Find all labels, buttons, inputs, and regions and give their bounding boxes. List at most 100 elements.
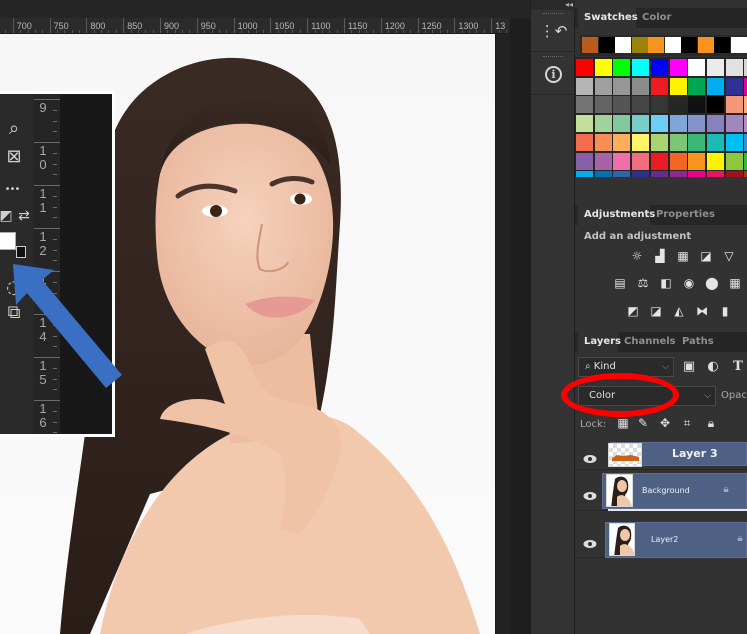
quick-mask-icon[interactable]: ◌ — [2, 277, 26, 299]
curves-icon[interactable]: ▦ — [675, 249, 691, 263]
lock-transparent-icon[interactable]: ▦ — [615, 416, 631, 430]
swatch[interactable] — [706, 59, 724, 76]
tab-paths[interactable]: Paths — [676, 332, 716, 352]
frame-tool-icon[interactable]: ⊠ — [2, 146, 26, 168]
brightness-contrast-icon[interactable]: ☼ — [629, 249, 645, 263]
swatch[interactable] — [669, 171, 687, 178]
swatch[interactable] — [706, 77, 724, 95]
type-filter-icon[interactable]: T — [730, 359, 746, 374]
levels-icon[interactable]: ▟ — [652, 249, 668, 263]
layer-row[interactable]: Background 🔒︎ — [575, 473, 747, 511]
more-tools-icon[interactable]: ••• — [0, 179, 24, 201]
hue-saturation-icon[interactable]: ▤ — [612, 276, 628, 290]
background-color-swatch[interactable] — [16, 246, 26, 258]
invert-icon[interactable]: ◩ — [625, 304, 641, 318]
swatch[interactable] — [594, 59, 612, 76]
swatch[interactable] — [650, 115, 668, 133]
recent-swatch[interactable] — [582, 37, 598, 53]
swatch[interactable] — [706, 115, 724, 133]
swatch[interactable] — [613, 133, 631, 151]
vertical-ruler[interactable]: 910111213141516 — [34, 94, 60, 434]
tab-channels[interactable]: Channels — [618, 332, 676, 352]
recent-swatch[interactable] — [631, 37, 648, 53]
swatch[interactable] — [632, 152, 650, 170]
swatch[interactable] — [632, 133, 650, 151]
swatch[interactable] — [725, 59, 743, 76]
swatch[interactable] — [632, 96, 650, 114]
swatch[interactable] — [650, 77, 668, 95]
recent-swatch[interactable] — [730, 37, 747, 53]
swatch[interactable] — [650, 171, 668, 178]
swatch[interactable] — [725, 152, 743, 170]
swatch[interactable] — [650, 96, 668, 114]
swatch[interactable] — [688, 152, 706, 170]
recent-swatch[interactable] — [697, 37, 714, 53]
lock-image-icon[interactable]: ✎ — [635, 416, 651, 430]
tab-adjustments[interactable]: Adjustments — [578, 205, 655, 225]
history-panel-button[interactable]: ⋮↶ — [531, 10, 576, 52]
lock-all-icon[interactable]: 🔒︎ — [703, 416, 719, 431]
threshold-icon[interactable]: ◭ — [671, 304, 687, 318]
lock-position-icon[interactable]: ✥ — [657, 416, 673, 430]
swatch[interactable] — [706, 133, 724, 151]
recent-swatch[interactable] — [664, 37, 681, 53]
swatch[interactable] — [594, 133, 612, 151]
foreground-color-swatch[interactable] — [0, 232, 16, 250]
swatch[interactable] — [650, 152, 668, 170]
default-colors-icon[interactable]: ◩ — [0, 205, 14, 227]
swatch[interactable] — [632, 59, 650, 76]
swatch[interactable] — [594, 77, 612, 95]
lock-artboard-icon[interactable]: ⌗ — [679, 416, 695, 431]
selective-color-icon[interactable]: ⧓ — [694, 304, 710, 318]
recent-swatch[interactable] — [648, 37, 664, 53]
tab-layers[interactable]: Layers — [578, 332, 621, 352]
swatch[interactable] — [576, 96, 593, 114]
swatch[interactable] — [725, 77, 743, 95]
swatch[interactable] — [669, 152, 687, 170]
vibrance-icon[interactable]: ▽ — [721, 249, 737, 263]
gradient-map-icon[interactable]: ▮ — [717, 304, 733, 318]
swatch[interactable] — [632, 115, 650, 133]
swatch[interactable] — [706, 152, 724, 170]
recent-swatch[interactable] — [598, 37, 615, 53]
swatch[interactable] — [613, 115, 631, 133]
color-balance-icon[interactable]: ⚖ — [635, 276, 651, 290]
screen-mode-icon[interactable]: ⧉ — [2, 302, 26, 324]
tab-color[interactable]: Color — [636, 8, 672, 28]
swatch[interactable] — [688, 59, 706, 76]
swatch[interactable] — [632, 77, 650, 95]
layer-row[interactable]: Layer 3 — [575, 440, 747, 470]
swatch[interactable] — [613, 59, 631, 76]
swatch[interactable] — [613, 96, 631, 114]
tab-swatches[interactable]: Swatches — [578, 8, 638, 28]
recent-swatch[interactable] — [615, 37, 631, 53]
swatch[interactable] — [725, 171, 743, 178]
swatch[interactable] — [669, 96, 687, 114]
swatch[interactable] — [669, 77, 687, 95]
swatch[interactable] — [576, 152, 593, 170]
channel-mixer-icon[interactable]: ⬤ — [704, 276, 720, 290]
swatch[interactable] — [632, 171, 650, 178]
adjustment-filter-icon[interactable]: ◐ — [705, 359, 721, 374]
swatch[interactable] — [594, 171, 612, 178]
swatch[interactable] — [706, 96, 724, 114]
swatch[interactable] — [725, 133, 743, 151]
swatch[interactable] — [594, 96, 612, 114]
swatch[interactable] — [669, 115, 687, 133]
recent-swatch[interactable] — [681, 37, 697, 53]
photo-filter-icon[interactable]: ◉ — [681, 276, 697, 290]
layer-row[interactable]: Layer2 🔒︎ — [575, 522, 747, 558]
swatch[interactable] — [576, 59, 593, 76]
swatch[interactable] — [613, 77, 631, 95]
collapse-panels-button[interactable]: ◂◂ — [531, 0, 576, 10]
swap-colors-icon[interactable]: ⇄ — [16, 205, 32, 227]
swatch[interactable] — [576, 171, 593, 178]
swatch[interactable] — [576, 77, 593, 95]
exposure-icon[interactable]: ◪ — [698, 249, 714, 263]
swatch[interactable] — [650, 59, 668, 76]
canvas-scrollbar[interactable] — [495, 34, 510, 634]
swatch[interactable] — [650, 133, 668, 151]
swatch[interactable] — [613, 152, 631, 170]
swatch[interactable] — [688, 115, 706, 133]
swatch[interactable] — [688, 171, 706, 178]
